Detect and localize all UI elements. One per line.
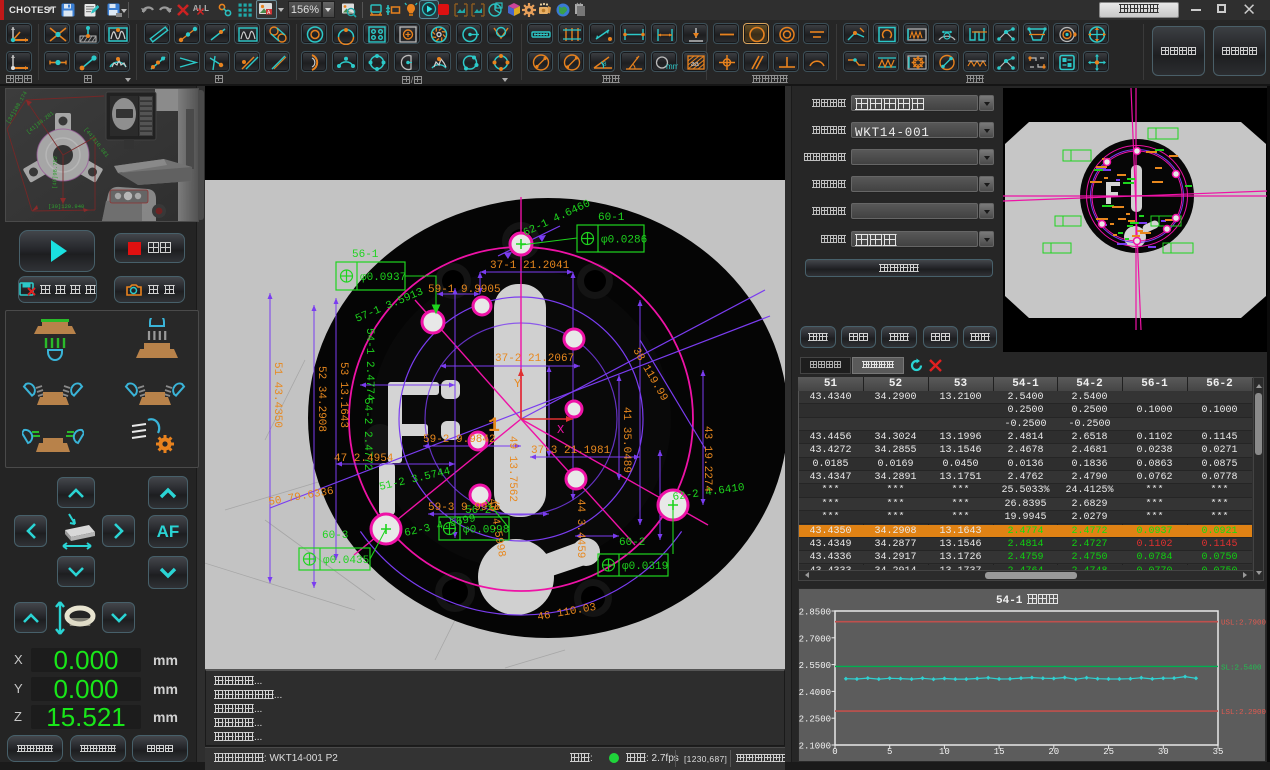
svg-text:SL:2.5400: SL:2.5400 [1221,664,1262,672]
svg-text:8: 8 [603,61,607,68]
svg-text:mm: mm [666,62,678,71]
svg-text:37-2 21.2067: 37-2 21.2067 [495,353,574,365]
svg-text:2.7000: 2.7000 [799,634,831,644]
svg-text:44 3.4459: 44 3.4459 [574,499,586,558]
svg-text:60-1: 60-1 [598,212,625,224]
svg-text:φ0.0937: φ0.0937 [360,272,406,284]
svg-text:56-1: 56-1 [352,249,379,261]
svg-text:49 13.7562: 49 13.7562 [506,436,518,502]
svg-text:60-2: 60-2 [619,537,645,549]
svg-text:53 13.1643: 53 13.1643 [337,362,349,428]
svg-text:2.8500: 2.8500 [799,608,831,618]
svg-text:51 43.4350: 51 43.4350 [271,362,283,428]
svg-text:43 19.2274: 43 19.2274 [701,426,713,492]
svg-text:60-3: 60-3 [322,530,348,542]
svg-text:2.1000: 2.1000 [799,742,831,752]
svg-text:52 34.2908: 52 34.2908 [315,366,327,432]
svg-text:[30]120.940: [30]120.940 [48,203,84,210]
svg-text:54-1 2.4774: 54-1 2.4774 [363,328,375,401]
svg-text:φ0.0319: φ0.0319 [622,561,668,573]
svg-text:59-1 9.9905: 59-1 9.9905 [428,284,501,296]
svg-text:2.5500: 2.5500 [799,661,831,671]
svg-text:2.2500: 2.2500 [799,715,831,725]
svg-text:54-1: 54-1 [996,595,1023,607]
svg-text:aa: aa [691,61,699,68]
svg-text:X: X [557,423,564,437]
svg-text:φ0.0286: φ0.0286 [601,235,647,247]
svg-text:47 2.4954: 47 2.4954 [334,453,394,465]
svg-text:[40]98.752: [40]98.752 [51,156,59,189]
svg-text:59-2 9.9842: 59-2 9.9842 [423,434,496,446]
svg-text:37-3 21.1981: 37-3 21.1981 [531,445,611,457]
svg-text:φ0.0435: φ0.0435 [323,555,369,567]
svg-text:LSL:2.2900: LSL:2.2900 [1221,709,1266,717]
svg-text:41 35.0489: 41 35.0489 [620,407,632,473]
svg-text:37-1 21.2041: 37-1 21.2041 [490,260,570,272]
svg-text:Y: Y [514,377,521,391]
svg-text:2.4000: 2.4000 [799,688,831,698]
svg-text:USL:2.7900: USL:2.7900 [1221,620,1266,628]
